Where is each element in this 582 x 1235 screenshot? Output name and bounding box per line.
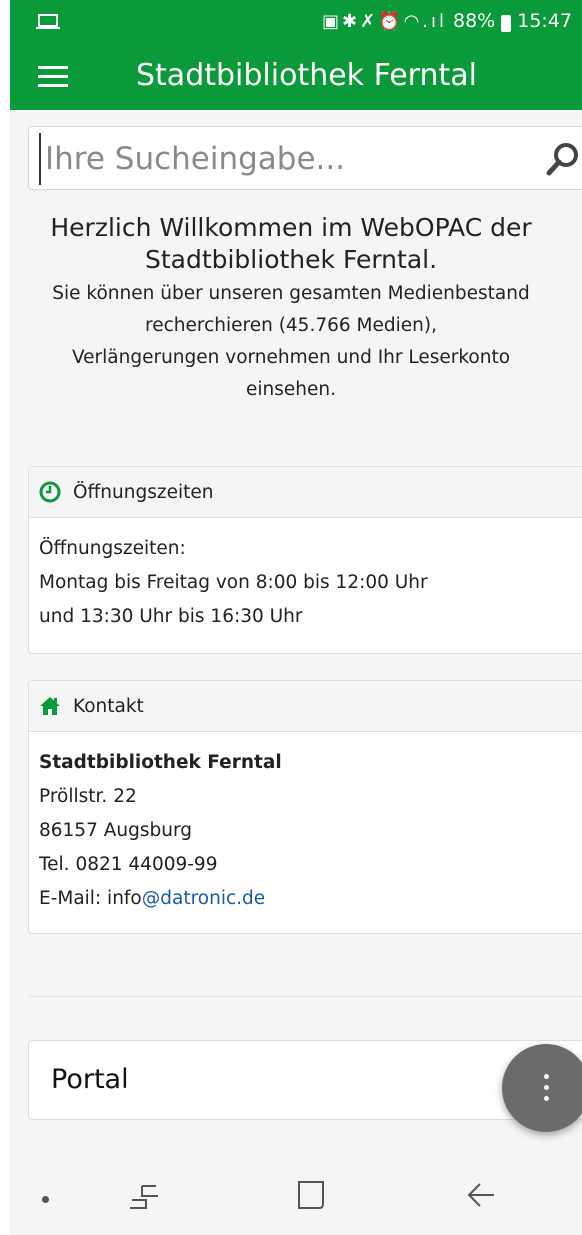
welcome-text-line1: Sie können über unseren gesamten Medienb… — [52, 283, 530, 304]
contact-phone: Tel. 0821 44009-99 — [39, 854, 218, 875]
opening-hours-header: Öffnungszeiten — [29, 467, 582, 518]
menu-icon[interactable] — [38, 66, 68, 88]
contact-name: Stadtbibliothek Ferntal — [39, 752, 282, 773]
clock-icon — [39, 481, 61, 503]
app-title: Stadtbibliothek Ferntal — [136, 58, 477, 93]
welcome-text: Sie können über unseren gesamten Medienb… — [10, 278, 582, 406]
welcome-heading-line2: Stadtbibliothek Ferntal. — [144, 245, 438, 274]
home-icon — [40, 697, 60, 715]
welcome-section: Herzlich Willkommen im WebOPAC der Stadt… — [10, 212, 582, 406]
recent-apps-icon[interactable] — [128, 1180, 160, 1214]
welcome-heading-line1: Herzlich Willkommen im WebOPAC der — [50, 213, 532, 242]
contact-title: Kontakt — [73, 695, 144, 717]
status-bar: ▣✱✗⏰◠.ıl 88% 15:47 — [10, 0, 582, 44]
laptop-icon — [36, 14, 60, 29]
welcome-text-line3: Verlängerungen vornehmen und Ihr Leserko… — [71, 347, 511, 368]
opening-hours-line3: und 13:30 Uhr bis 16:30 Uhr — [39, 606, 303, 627]
contact-body: Stadtbibliothek Ferntal Pröllstr. 22 861… — [29, 732, 582, 916]
divider — [28, 996, 582, 997]
contact-header: Kontakt — [29, 681, 582, 732]
contact-email-prefix: E-Mail: info — [39, 888, 142, 909]
email-link[interactable]: @datronic.de — [142, 888, 265, 909]
navigation-bar — [10, 1160, 582, 1235]
welcome-text-line2: recherchieren (45.766 Medien), — [145, 315, 437, 336]
status-icons: ▣✱✗⏰◠.ıl 88% 15:47 — [322, 10, 572, 32]
opening-hours-line1: Öffnungszeiten: — [39, 538, 186, 559]
contact-street: Pröllstr. 22 — [39, 786, 137, 807]
contact-city: 86157 Augsburg — [39, 820, 192, 841]
clock: 15:47 — [517, 10, 572, 32]
nav-dot-icon — [42, 1196, 49, 1203]
back-icon[interactable] — [466, 1180, 496, 1210]
search-input[interactable] — [39, 133, 527, 185]
contact-email: E-Mail: info@datronic.de — [39, 882, 579, 916]
search-icon[interactable] — [545, 141, 581, 177]
opening-hours-panel: Öffnungszeiten Öffnungszeiten: Montag bi… — [28, 466, 582, 654]
opening-hours-title: Öffnungszeiten — [73, 481, 214, 503]
battery-icon — [501, 14, 512, 32]
more-options-button[interactable] — [502, 1044, 582, 1132]
contact-panel: Kontakt Stadtbibliothek Ferntal Pröllstr… — [28, 680, 582, 934]
device-screen: ▣✱✗⏰◠.ıl 88% 15:47 Stadtbibliothek Fernt… — [10, 0, 582, 1235]
portal-button[interactable]: Portal — [28, 1040, 582, 1120]
opening-hours-line2: Montag bis Freitag von 8:00 bis 12:00 Uh… — [39, 572, 428, 593]
home-button-icon[interactable] — [296, 1178, 326, 1212]
status-symbols-icon: ▣✱✗⏰◠.ıl — [321, 10, 447, 32]
opening-hours-body: Öffnungszeiten: Montag bis Freitag von 8… — [29, 518, 582, 634]
welcome-text-line4: einsehen. — [246, 379, 336, 400]
search-box — [28, 126, 582, 190]
app-bar: Stadtbibliothek Ferntal — [10, 44, 582, 110]
battery-percent: 88% — [453, 10, 496, 32]
